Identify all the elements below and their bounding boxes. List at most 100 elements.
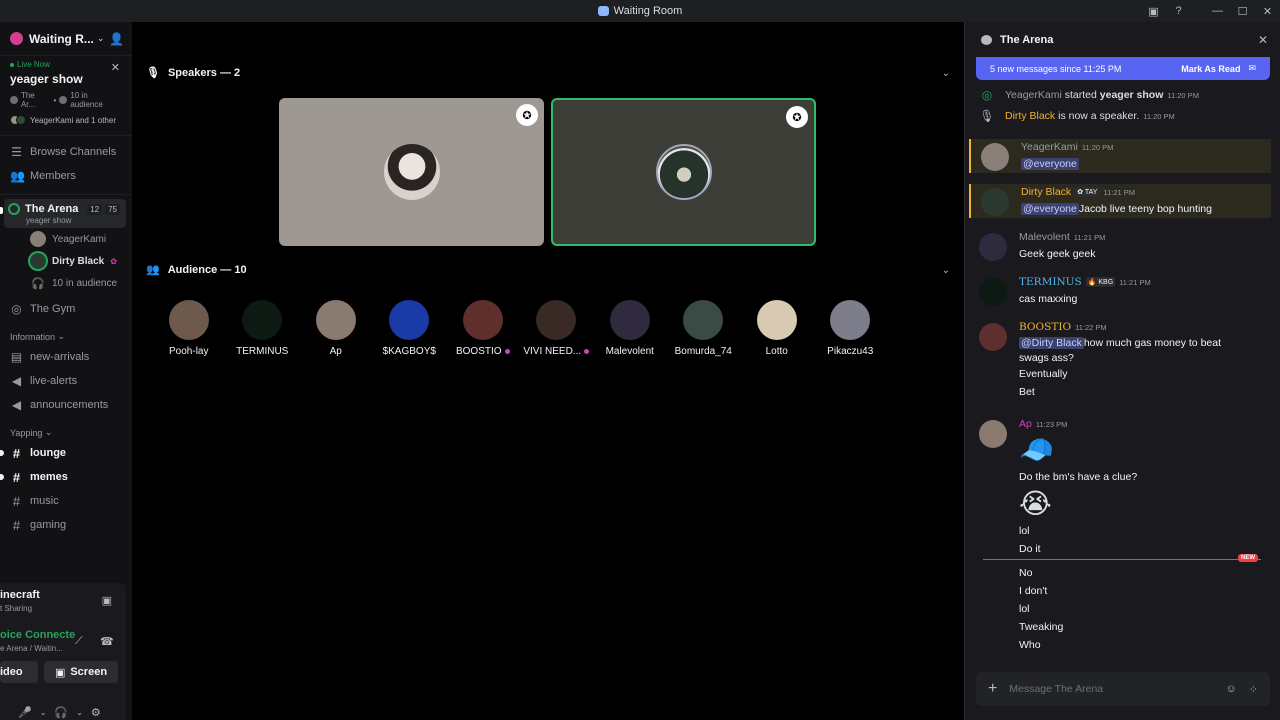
avatar	[609, 300, 650, 340]
channel-memes[interactable]: # memes	[0, 465, 132, 489]
audience-member[interactable]: Bomurda_74	[667, 300, 741, 357]
username[interactable]: Dirty Black	[1021, 186, 1071, 198]
mention[interactable]: @everyone	[1021, 203, 1079, 215]
message-text: lol	[1019, 603, 1030, 615]
help-icon[interactable]: ?	[1166, 5, 1191, 17]
audience-member-name: TERMINUS	[236, 346, 288, 357]
chevron-down-icon[interactable]: ⌄	[942, 68, 950, 79]
username[interactable]: Ap	[1019, 418, 1032, 430]
category-yapping[interactable]: Yapping ⌄	[0, 421, 132, 441]
activity-sub: t Sharing	[0, 604, 33, 613]
maximize-button[interactable]: ☐	[1230, 5, 1255, 18]
audience-member[interactable]: BOOSTIO	[446, 300, 520, 357]
new-messages-bar[interactable]: 5 new messages since 11:25 PM Mark As Re…	[976, 57, 1270, 80]
avatar[interactable]	[979, 233, 1007, 261]
channel-music[interactable]: # music	[0, 489, 132, 513]
audience-member[interactable]: Pikaczu43	[814, 300, 888, 357]
username[interactable]: Malevolent	[1019, 231, 1070, 243]
close-icon[interactable]: ✕	[1258, 33, 1268, 47]
audience-member[interactable]: TERMINUS	[226, 300, 300, 357]
voice-status[interactable]: oice Connecte	[0, 629, 75, 641]
server-header[interactable]: Waiting R... ⌄ 👤	[0, 22, 132, 56]
microphone-icon: 🎙	[979, 109, 995, 123]
channel-gaming[interactable]: # gaming	[0, 513, 132, 537]
speaker-tile[interactable]: ✪	[279, 98, 544, 246]
audience-member[interactable]: VIVI NEED...	[520, 300, 594, 357]
mention[interactable]: @Dirty Black	[1019, 336, 1084, 349]
apps-icon[interactable]: ⁘	[1249, 683, 1258, 696]
voice-user-name: Dirty Black	[52, 255, 105, 267]
avatar[interactable]	[979, 278, 1007, 306]
avatar[interactable]	[979, 323, 1007, 351]
audience-member-name: $KAGBOY$	[383, 346, 436, 357]
emoji-icon[interactable]: ☺	[1226, 683, 1237, 696]
audience-member[interactable]: Lotto	[740, 300, 814, 357]
close-icon[interactable]: ✕	[111, 61, 120, 74]
channel-live-alerts[interactable]: ◀ live-alerts	[0, 369, 132, 393]
speakers-header: 🎙 Speakers — 2	[146, 66, 240, 80]
stream-icon[interactable]: ▣	[102, 594, 112, 607]
stage-the-gym[interactable]: ◎ The Gym	[0, 297, 132, 321]
boost-icon	[504, 349, 510, 354]
username[interactable]: TERMINUS	[1019, 276, 1082, 288]
avatar[interactable]	[979, 420, 1007, 448]
activity-game: inecraft	[0, 589, 40, 601]
message-text: Bet	[1019, 386, 1035, 398]
message-text: lol	[1019, 525, 1030, 537]
timestamp: 11:21 PM	[1103, 187, 1135, 197]
audience-member[interactable]: Malevolent	[593, 300, 667, 357]
video-button[interactable]: ideo	[0, 661, 38, 683]
channel-topic: yeager show	[26, 216, 72, 225]
channel-lounge[interactable]: # lounge	[0, 441, 132, 465]
noise-suppression-icon[interactable]: ⟋	[75, 635, 83, 648]
audience-member-name: BOOSTIO	[456, 346, 510, 357]
username[interactable]: Dirty Black	[1005, 110, 1055, 122]
message-text: how much gas money to beat	[1083, 336, 1222, 349]
username[interactable]: YeagerKami	[1021, 141, 1078, 153]
voice-user[interactable]: YeagerKami	[0, 228, 132, 250]
screen-icon[interactable]: ▣	[1141, 5, 1166, 18]
audience-member[interactable]: Pooh-lay	[152, 300, 226, 357]
voice-audience[interactable]: 🎧 10 in audience	[0, 272, 132, 294]
browse-channels[interactable]: ☰ Browse Channels	[0, 140, 132, 164]
live-stage-card[interactable]: Live Now ✕ yeager show The Ar... • 10 in…	[0, 56, 132, 129]
close-button[interactable]: ✕	[1255, 5, 1280, 18]
add-attachment-icon[interactable]: +	[988, 680, 997, 698]
username[interactable]: YeagerKami	[1005, 89, 1062, 101]
message-input[interactable]: Message The Arena	[1009, 683, 1103, 695]
mic-icon[interactable]: 🎤	[18, 706, 32, 719]
channel-announcements[interactable]: ◀ announcements	[0, 393, 132, 417]
settings-gear-icon[interactable]: ⚙	[91, 706, 101, 719]
category-information[interactable]: Information ⌄	[0, 325, 132, 345]
audience-member-name: Pooh-lay	[169, 346, 208, 357]
members[interactable]: 👥 Members	[0, 164, 132, 188]
headphones-icon[interactable]: 🎧	[54, 706, 68, 719]
avatar	[462, 300, 503, 340]
add-member-icon[interactable]: 👤	[109, 32, 124, 46]
avatar[interactable]	[981, 188, 1009, 216]
mark-as-read-button[interactable]: Mark As Read	[1181, 64, 1240, 74]
channel-name: music	[30, 495, 59, 507]
voice-user[interactable]: Dirty Black ✿	[0, 250, 132, 272]
audience-member[interactable]: $KAGBOY$	[373, 300, 447, 357]
member-name: $KAGBOY$	[382, 346, 436, 357]
chevron-down-icon[interactable]: ⌄	[40, 708, 47, 717]
avatar[interactable]	[981, 143, 1009, 171]
voice-channel-the-arena[interactable]: The Arena 12 75 yeager show	[0, 199, 126, 228]
moderator-badge-icon: ✪	[786, 106, 808, 128]
chevron-down-icon[interactable]: ⌄	[76, 708, 83, 717]
stage-icon: ◎	[11, 302, 22, 316]
disconnect-icon[interactable]: ☎	[100, 635, 114, 648]
audience-member[interactable]: Ap	[299, 300, 373, 357]
message-composer[interactable]: + Message The Arena ☺ ⁘	[976, 672, 1270, 706]
screen-share-button[interactable]: ▣ Screen	[44, 661, 118, 683]
minimize-button[interactable]: —	[1205, 5, 1230, 17]
username[interactable]: BOOSTIO	[1019, 321, 1071, 333]
hash-icon: #	[12, 445, 21, 461]
system-message: ◎ YeagerKami started yeager show 11:20 PM	[979, 87, 1199, 103]
mention[interactable]: @everyone	[1021, 158, 1079, 170]
speaker-tile-speaking[interactable]: ✪	[551, 98, 816, 246]
channel-new-arrivals[interactable]: ▤ new-arrivals	[0, 345, 132, 369]
microphone-icon: 🎙	[146, 67, 160, 79]
chevron-down-icon[interactable]: ⌄	[942, 265, 950, 276]
